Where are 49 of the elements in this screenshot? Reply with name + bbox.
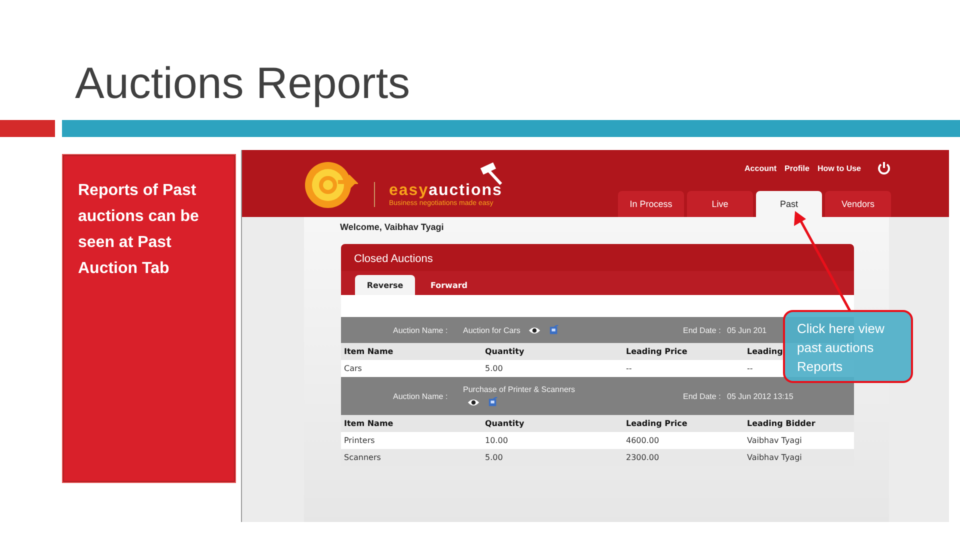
table-cell: 10.00	[485, 436, 508, 445]
auction-name-label: Auction Name :	[393, 392, 449, 400]
table-cell: --	[626, 364, 632, 373]
callout-text: Click here view past auctions Reports	[797, 320, 886, 376]
note-text: Reports of Past auctions can be seen at Past Auction Tab	[78, 181, 200, 279]
column-header: Quantity	[485, 347, 524, 356]
table-cell: --	[747, 364, 753, 373]
column-header: Leading Price	[626, 419, 688, 428]
nav-tab[interactable]: Past	[756, 191, 822, 217]
nav-tab[interactable]: Live	[687, 191, 753, 217]
table-cell: Vaibhav Tyagi	[747, 436, 802, 445]
column-header: Leading Bidder	[747, 419, 816, 428]
nav-link[interactable]: How to Use	[817, 164, 861, 172]
brand-name: easy	[389, 182, 429, 199]
brand-name: auctions	[428, 182, 502, 199]
column-header: Item Name	[344, 419, 394, 428]
column-header: Quantity	[485, 419, 524, 428]
panel-title: Closed Auctions	[341, 244, 854, 271]
welcome-text: Welcome, Vaibhav Tyagi	[339, 221, 445, 234]
nav-tab[interactable]: Vendors	[825, 191, 891, 217]
column-header: Leading Price	[626, 347, 688, 356]
document-icon[interactable]	[549, 325, 560, 335]
table-cell: 5.00	[485, 364, 503, 373]
column-header: Leading	[747, 347, 783, 356]
table-cell: Scanners	[344, 453, 381, 462]
auction-name-label: Auction Name :	[393, 326, 449, 334]
auction-name: Purchase of Printer & Scanners	[463, 385, 576, 394]
table-cell: Vaibhav Tyagi	[747, 453, 802, 462]
nav-link[interactable]: Account	[744, 164, 777, 172]
document-icon[interactable]	[488, 397, 498, 407]
end-date: 05 Jun 2012 13:15	[727, 392, 794, 400]
table-cell: 2300.00	[626, 453, 660, 462]
accent-bar	[0, 120, 55, 137]
end-date-label: End Date :	[683, 392, 722, 400]
sub-tab[interactable]: Reverse	[355, 275, 415, 295]
power-icon[interactable]	[877, 161, 891, 175]
table-cell: 5.00	[485, 453, 503, 462]
column-header: Item Name	[344, 347, 394, 356]
table-cell: 4600.00	[626, 436, 660, 445]
table-cell: Cars	[344, 364, 362, 373]
nav-tab[interactable]: In Process	[618, 191, 684, 217]
end-date-label: End Date :	[683, 326, 722, 334]
table-cell: Printers	[344, 436, 375, 445]
slide-title: Auctions Reports	[74, 58, 412, 110]
nav-link[interactable]: Profile	[784, 164, 810, 172]
auction-name: Auction for Cars	[463, 326, 520, 334]
eye-icon[interactable]	[528, 326, 542, 334]
eye-icon[interactable]	[467, 398, 480, 406]
end-date: 05 Jun 201	[727, 326, 767, 334]
